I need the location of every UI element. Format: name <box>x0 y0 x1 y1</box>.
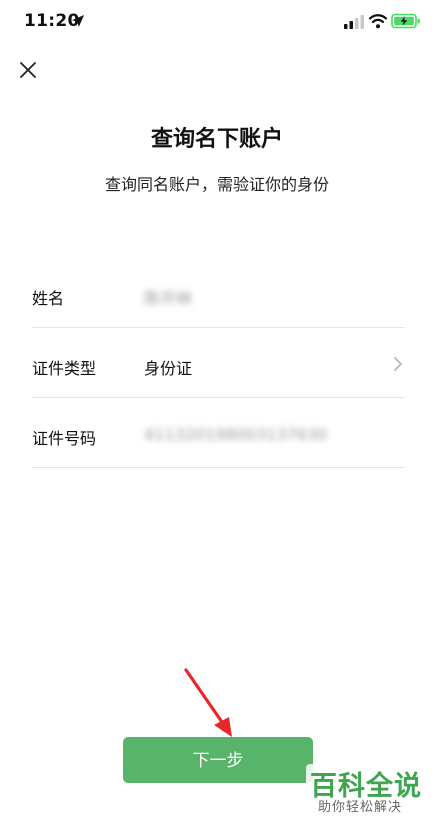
id-type-select[interactable]: 身份证 <box>144 355 192 379</box>
name-field[interactable]: 陈开林 <box>144 285 192 309</box>
id-type-label: 证件类型 <box>32 359 97 378</box>
name-label: 姓名 <box>32 289 65 308</box>
battery-charging-icon <box>391 13 420 29</box>
page-subtitle: 查询同名账户，需验证你的身份 <box>104 175 329 194</box>
status-bar: 11:20 <box>0 0 434 44</box>
next-step-button[interactable]: 下一步 <box>123 737 313 783</box>
name-row[interactable]: 姓名 陈开林 <box>32 258 405 328</box>
id-type-row[interactable]: 证件类型 身份证 <box>32 328 405 398</box>
red-arrow-annotation <box>184 668 232 737</box>
id-number-row[interactable]: 证件号码 411320198003137630 <box>32 398 405 468</box>
cellular-signal-icon <box>344 15 364 29</box>
wifi-icon <box>369 14 387 29</box>
chevron-right-icon <box>394 357 402 371</box>
id-number-label: 证件号码 <box>32 429 97 448</box>
watermark-subtitle: 助你轻松解决 <box>318 800 403 815</box>
close-icon[interactable] <box>16 58 40 82</box>
location-arrow-icon <box>72 15 84 27</box>
watermark-logo: 百科全说 助你轻松解决 <box>300 760 430 820</box>
page-title: 查询名下账户 <box>150 127 283 152</box>
id-number-field[interactable]: 411320198003137630 <box>144 425 327 444</box>
identity-form: 姓名 陈开林 证件类型 身份证 证件号码 411320198003137630 <box>32 258 405 468</box>
